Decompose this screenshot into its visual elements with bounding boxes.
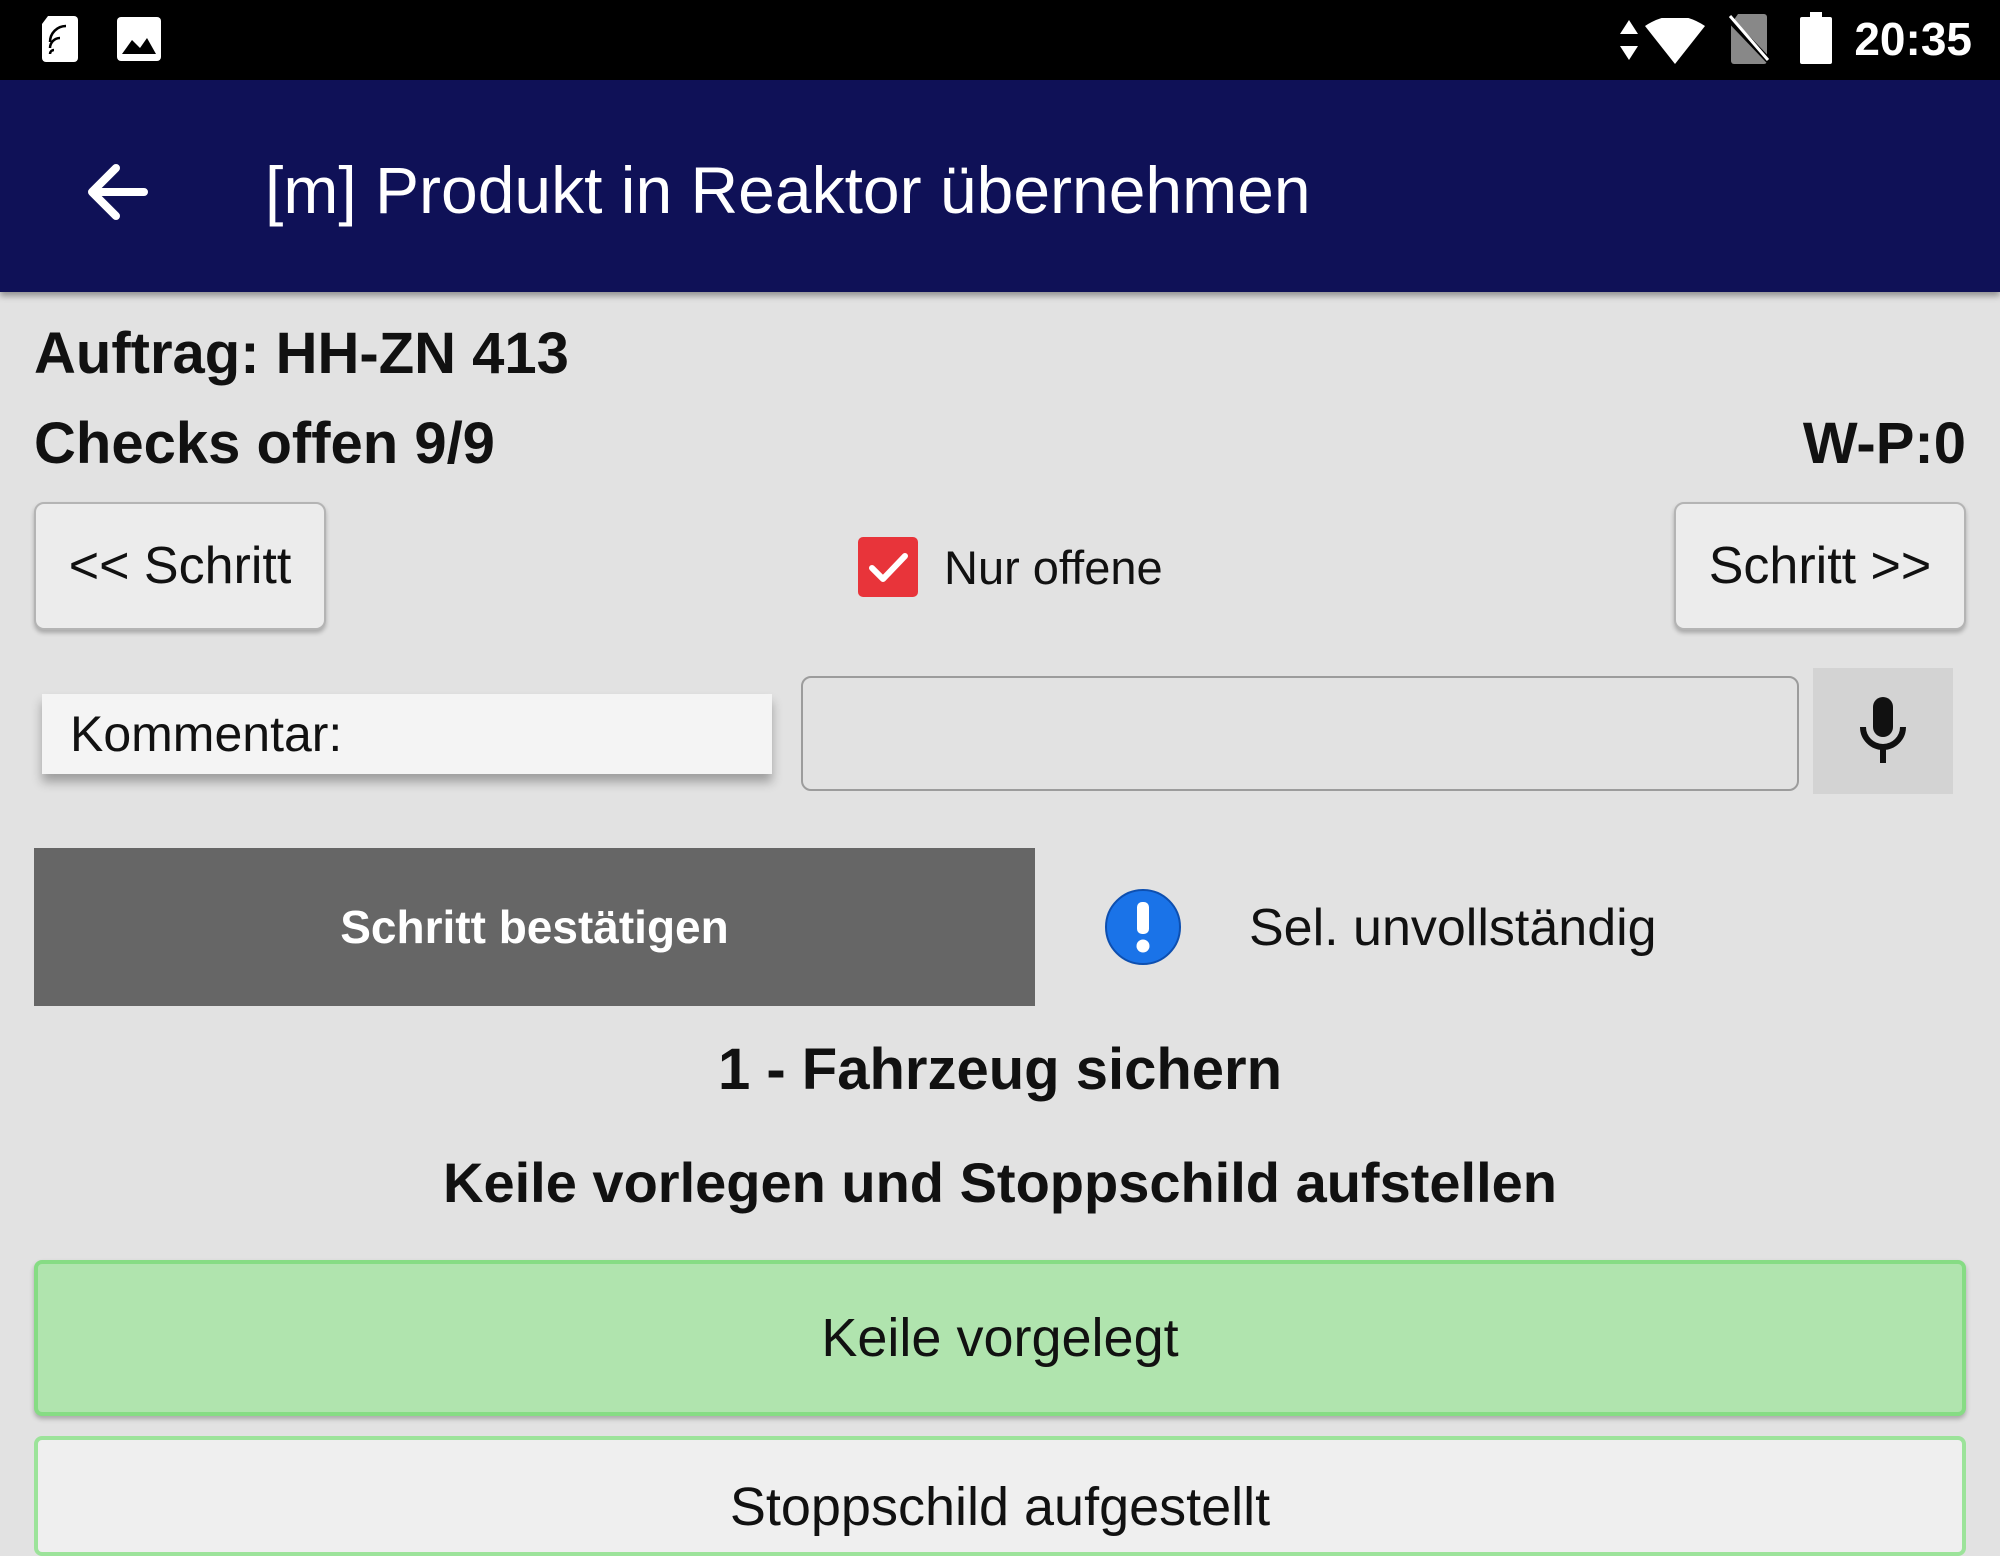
option-label: Keile vorgelegt: [821, 1308, 1179, 1368]
comment-label: Kommentar:: [42, 694, 772, 774]
comment-label-text: Kommentar:: [70, 706, 343, 762]
wp-counter: W-P:0: [1802, 411, 1966, 476]
wifi-icon: [1645, 18, 1705, 64]
status-time: 20:35: [1854, 13, 1972, 65]
voice-input-button[interactable]: [1813, 668, 1953, 794]
step-instruction: Keile vorlegen und Stoppschild aufstelle…: [443, 1151, 1557, 1214]
only-open-checkbox[interactable]: [858, 537, 918, 597]
checkmark-icon: [869, 553, 908, 582]
option-keile-vorgelegt[interactable]: Keile vorgelegt: [34, 1260, 1966, 1416]
page-title: [m] Produkt in Reaktor übernehmen: [265, 153, 1311, 227]
app-bar: [m] Produkt in Reaktor übernehmen: [0, 80, 2000, 292]
option-label: Stoppschild aufgestellt: [729, 1477, 1271, 1537]
previous-step-button[interactable]: << Schritt: [34, 502, 326, 630]
selection-status: Sel. unvollständig: [1249, 899, 1657, 957]
step-title: 1 - Fahrzeug sichern: [717, 1037, 1283, 1102]
only-open-label[interactable]: Nur offene: [944, 540, 1163, 595]
confirm-step-button[interactable]: Schritt bestätigen: [34, 848, 1035, 1006]
checks-open-label: Checks offen 9/9: [34, 411, 495, 476]
info-exclamation-icon: [1105, 889, 1181, 965]
no-sim-icon: [1728, 14, 1770, 64]
sd-card-icon: [42, 16, 78, 62]
next-step-button[interactable]: Schritt >>: [1674, 502, 1966, 630]
image-icon: [117, 17, 161, 61]
microphone-icon: [1860, 697, 1906, 763]
option-stoppschild-aufgestellt[interactable]: Stoppschild aufgestellt: [34, 1436, 1966, 1556]
comment-input[interactable]: [801, 676, 1799, 791]
battery-icon: [1800, 12, 1832, 64]
order-label: Auftrag: HH-ZN 413: [34, 321, 569, 386]
data-arrows-icon: [1620, 20, 1638, 60]
arrow-left-icon[interactable]: [80, 142, 180, 242]
status-bar: 20:35: [0, 0, 2000, 80]
